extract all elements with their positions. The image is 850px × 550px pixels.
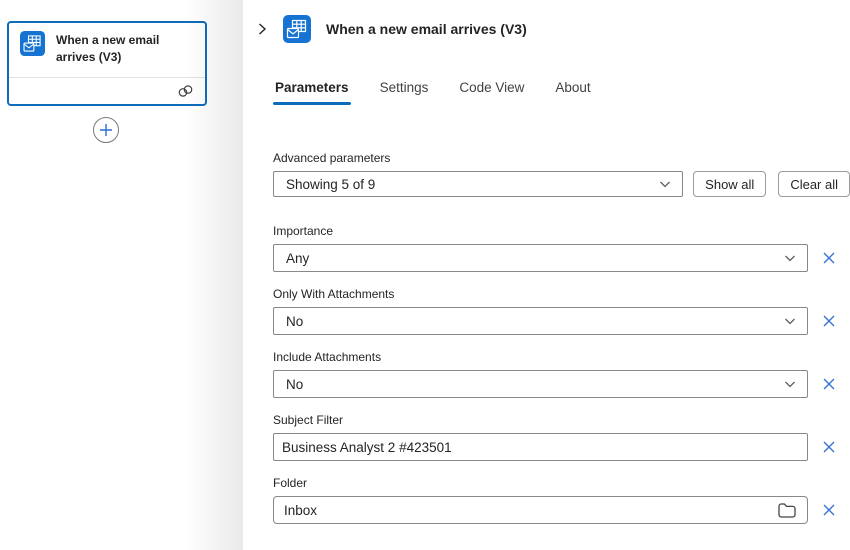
tab-code-view[interactable]: Code View — [457, 80, 526, 105]
importance-label: Importance — [273, 224, 850, 238]
show-all-button[interactable]: Show all — [693, 171, 766, 197]
field-folder: Folder Inbox — [273, 476, 850, 524]
clear-folder-button[interactable] — [818, 499, 840, 521]
flow-canvas: When a new email arrives (V3) — [0, 0, 243, 550]
chevron-down-icon — [783, 251, 797, 265]
subject-filter-input[interactable] — [273, 433, 808, 461]
tab-parameters[interactable]: Parameters — [273, 80, 351, 105]
tab-about[interactable]: About — [553, 80, 592, 105]
trigger-card-footer — [9, 77, 205, 104]
add-step-button[interactable] — [93, 117, 119, 143]
clear-only-with-attachments-button[interactable] — [818, 310, 840, 332]
chevron-down-icon — [658, 177, 672, 191]
outlook-icon — [20, 31, 45, 56]
field-include-attachments: Include Attachments No — [273, 350, 850, 398]
dismiss-x-icon — [821, 376, 837, 392]
outlook-icon — [283, 15, 311, 43]
dismiss-x-icon — [821, 250, 837, 266]
dismiss-x-icon — [821, 502, 837, 518]
folder-picker-button[interactable] — [777, 502, 797, 519]
folder-label: Folder — [273, 476, 850, 490]
advanced-parameters-value: Showing 5 of 9 — [286, 177, 658, 192]
only-with-attachments-label: Only With Attachments — [273, 287, 850, 301]
clear-importance-button[interactable] — [818, 247, 840, 269]
include-attachments-value: No — [286, 377, 783, 392]
parameters-form: Advanced parameters Showing 5 of 9 Show … — [273, 151, 850, 524]
trigger-card-title: When a new email arrives (V3) — [56, 31, 195, 66]
folder-input[interactable]: Inbox — [273, 496, 808, 524]
trigger-card-main: When a new email arrives (V3) — [9, 23, 205, 77]
connection-icon — [177, 84, 194, 98]
only-with-attachments-dropdown[interactable]: No — [273, 307, 808, 335]
folder-icon — [777, 502, 797, 519]
advanced-parameters-dropdown[interactable]: Showing 5 of 9 — [273, 171, 683, 197]
subject-filter-label: Subject Filter — [273, 413, 850, 427]
field-subject-filter: Subject Filter — [273, 413, 850, 461]
include-attachments-label: Include Attachments — [273, 350, 850, 364]
importance-value: Any — [286, 251, 783, 266]
chevron-down-icon — [783, 377, 797, 391]
include-attachments-dropdown[interactable]: No — [273, 370, 808, 398]
field-importance: Importance Any — [273, 224, 850, 272]
chevron-right-icon — [255, 22, 269, 36]
chevron-down-icon — [783, 314, 797, 328]
dismiss-x-icon — [821, 439, 837, 455]
plus-icon — [99, 123, 113, 137]
advanced-parameters-row: Advanced parameters Showing 5 of 9 Show … — [273, 151, 850, 197]
folder-value: Inbox — [284, 503, 777, 518]
importance-dropdown[interactable]: Any — [273, 244, 808, 272]
advanced-parameters-label: Advanced parameters — [273, 151, 850, 165]
tab-list: Parameters Settings Code View About — [273, 80, 850, 105]
trigger-card[interactable]: When a new email arrives (V3) — [7, 21, 207, 106]
clear-include-attachments-button[interactable] — [818, 373, 840, 395]
trigger-details-panel: When a new email arrives (V3) Parameters… — [243, 0, 850, 550]
only-with-attachments-value: No — [286, 314, 783, 329]
collapse-panel-button[interactable] — [251, 18, 273, 40]
panel-title: When a new email arrives (V3) — [326, 21, 527, 37]
dismiss-x-icon — [821, 313, 837, 329]
clear-subject-filter-button[interactable] — [818, 436, 840, 458]
tab-settings[interactable]: Settings — [378, 80, 431, 105]
field-only-with-attachments: Only With Attachments No — [273, 287, 850, 335]
panel-header: When a new email arrives (V3) — [243, 0, 850, 43]
clear-all-button[interactable]: Clear all — [778, 171, 850, 197]
